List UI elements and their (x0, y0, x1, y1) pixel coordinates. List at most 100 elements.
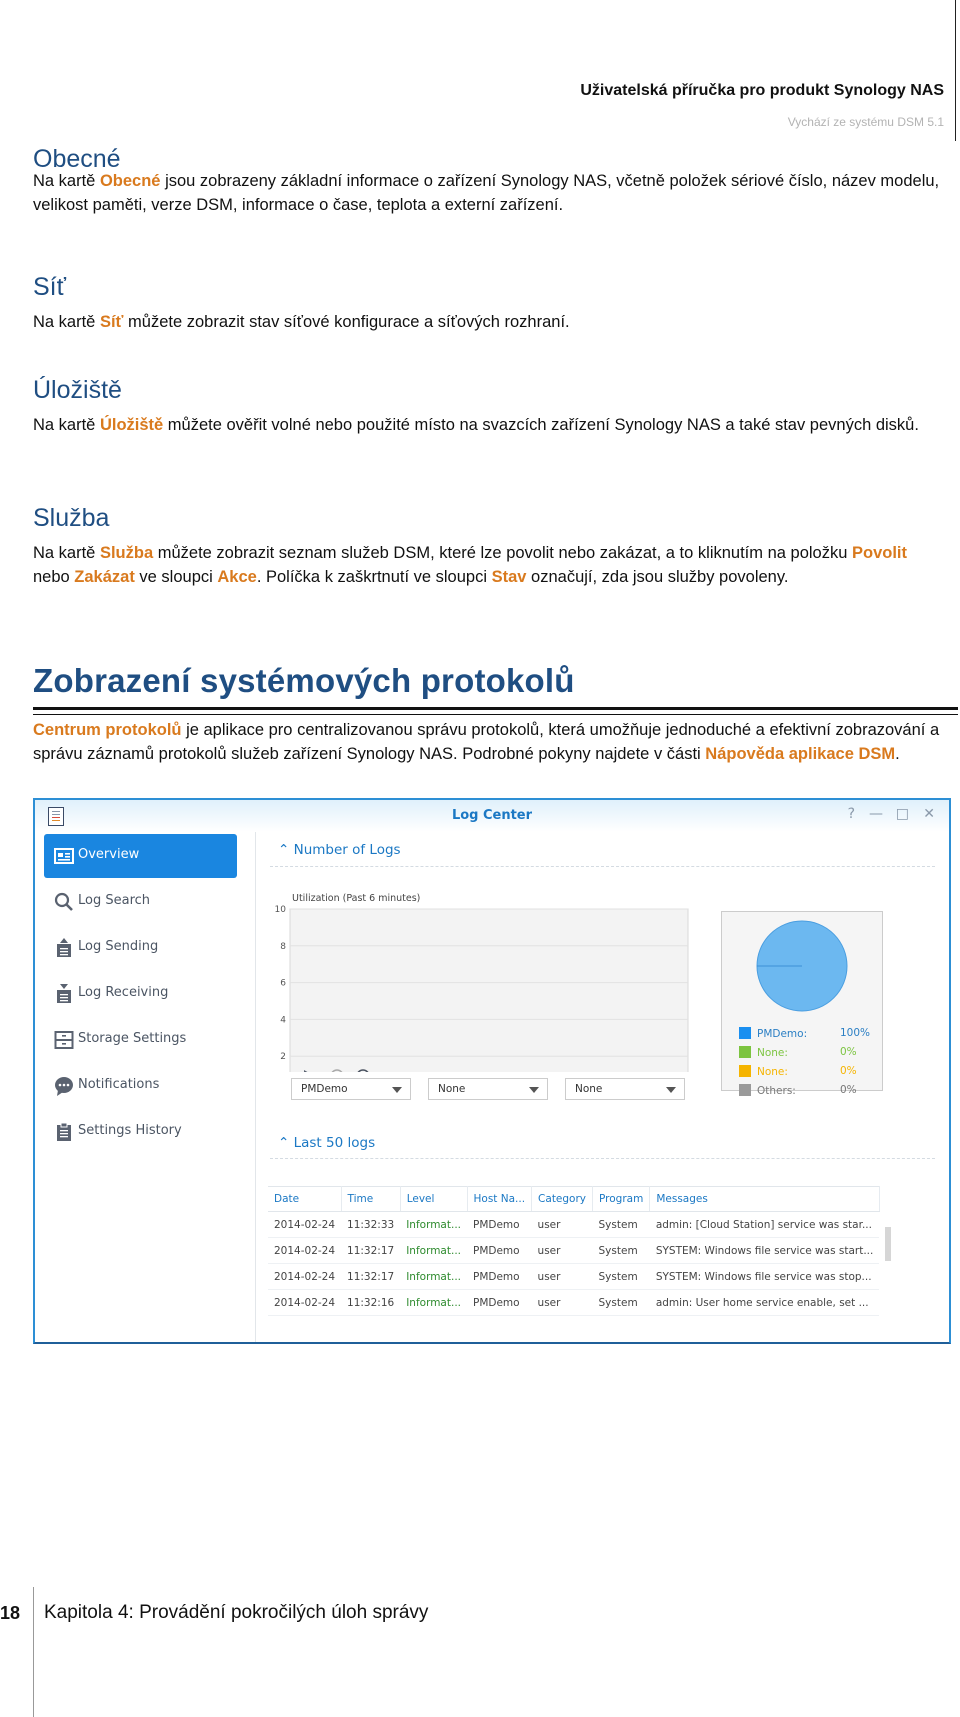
table-scrollbar[interactable] (885, 1227, 891, 1261)
host-select-3[interactable]: None (565, 1078, 685, 1100)
section-text-storage: Na kartě Úložiště můžete ověřit volné ne… (33, 416, 919, 434)
section-heading-service: Služba (33, 504, 110, 532)
cell-message: SYSTEM: Windows file service was start..… (649, 1237, 880, 1264)
host-select-1[interactable]: PMDemo (291, 1078, 411, 1100)
table-row[interactable]: 2014-02-24 11:32:17 Informat... PMDemo user S… (268, 1237, 880, 1264)
main-section-text: Centrum protokolů je aplikace pro centra… (33, 721, 940, 763)
column-header-time[interactable]: Time (341, 1186, 401, 1212)
last-logs-header[interactable]: ⌃ Last 50 logs (278, 1135, 375, 1151)
cell-time: 11:32:16 (341, 1289, 401, 1316)
legend-swatch (739, 1027, 751, 1039)
header-rule (955, 0, 956, 141)
chart-title: Utilization (Past 6 minutes) (292, 893, 420, 904)
cell-level: Informat... (400, 1211, 467, 1238)
sidebar-item-label: Notifications (78, 1077, 160, 1092)
sidebar-item-storage-settings[interactable]: Storage Settings (44, 1018, 237, 1062)
y-tick-label: 4 (280, 1015, 286, 1025)
sidebar-item-overview[interactable]: Overview (44, 834, 237, 878)
cell-date: 2014-02-24 (268, 1237, 342, 1264)
column-header-messages[interactable]: Messages (649, 1186, 880, 1212)
chat-bubble-icon (55, 1077, 73, 1096)
legend-entry: None: 0% (739, 1065, 857, 1078)
sidebar-item-log-search[interactable]: Log Search (44, 880, 237, 924)
sidebar-item-notifications[interactable]: Notifications (44, 1064, 237, 1108)
table-row[interactable]: 2014-02-24 11:32:33 Informat... PMDemo user S… (268, 1211, 880, 1238)
column-header-program[interactable]: Program (592, 1186, 651, 1212)
dropdown-caret-icon (392, 1087, 402, 1093)
table-row[interactable]: 2014-02-24 11:32:17 Informat... PMDemo user S… (268, 1263, 880, 1290)
highlight-term: Síť (99, 313, 124, 331)
cell-host: PMDemo (467, 1263, 532, 1290)
close-icon[interactable]: ✕ (923, 806, 935, 822)
highlight-term: Stav (491, 568, 527, 586)
document-subtitle: Vychází ze systému DSM 5.1 (787, 115, 944, 129)
table-header-row: Date Time Level Host Na... Category Prog… (268, 1186, 880, 1212)
cell-host: PMDemo (467, 1237, 532, 1264)
cell-program: System (592, 1263, 650, 1290)
column-header-host[interactable]: Host Na... (467, 1186, 533, 1212)
cell-host: PMDemo (467, 1211, 532, 1238)
sidebar: Overview Log Search Log Sending Log Rece… (35, 832, 256, 1342)
cell-time: 11:32:17 (341, 1237, 401, 1264)
host-select-2[interactable]: None (428, 1078, 548, 1100)
cell-category: user (531, 1211, 593, 1238)
window-title: Log Center (451, 808, 533, 823)
column-header-level[interactable]: Level (400, 1186, 468, 1212)
y-tick-label: 8 (280, 942, 286, 952)
highlight-term: Zakázat (74, 568, 135, 586)
highlight-term: Obecné (99, 172, 161, 190)
sidebar-item-label: Log Search (78, 893, 151, 908)
legend-entry: Others: 0% (739, 1084, 857, 1097)
highlight-term: Akce (217, 568, 257, 586)
utilization-line-chart: Utilization (Past 6 minutes)024681013:51… (275, 893, 689, 1072)
minimize-icon[interactable]: — (869, 806, 883, 822)
section-text-service: Na kartě Služba můžete zobrazit seznam s… (33, 544, 907, 586)
cell-category: user (531, 1237, 593, 1264)
log-receiving-icon (57, 984, 71, 1003)
help-icon[interactable]: ? (848, 806, 855, 822)
legend-label: Others: (757, 1085, 796, 1097)
dropdown-caret-icon (666, 1087, 676, 1093)
logs-table: Date Time Level Host Na... Category Prog… (268, 1186, 880, 1316)
y-tick-label: 10 (275, 905, 287, 915)
legend-swatch (739, 1046, 751, 1058)
main-panel: ⌃ Number of Logs Utilization (Past 6 min… (256, 832, 949, 1342)
chapter-title: Kapitola 4: Provádění pokročilých úloh s… (44, 1602, 429, 1623)
legend-swatch (739, 1084, 751, 1096)
legend-label: PMDemo: (757, 1028, 808, 1040)
chevron-up-icon: ⌃ (278, 1135, 294, 1151)
legend-entry: PMDemo: 100% (739, 1027, 870, 1040)
legend-value: 0% (840, 1046, 857, 1058)
legend-value: 0% (840, 1065, 857, 1077)
section-text-network: Na kartě Síť můžete zobrazit stav síťové… (33, 313, 570, 331)
cell-program: System (592, 1237, 650, 1264)
cell-time: 11:32:17 (341, 1263, 401, 1290)
sidebar-item-settings-history[interactable]: Settings History (44, 1110, 237, 1154)
cell-host: PMDemo (467, 1289, 532, 1316)
maximize-icon[interactable]: □ (896, 806, 909, 822)
log-center-window: Log Center ? — □ ✕ Overview Log Search L… (33, 798, 951, 1344)
cell-message: SYSTEM: Windows file service was stop... (649, 1263, 880, 1290)
sidebar-item-label: Log Receiving (78, 985, 169, 1000)
cell-message: admin: [Cloud Station] service was star.… (649, 1211, 880, 1238)
cell-level: Informat... (400, 1289, 467, 1316)
legend-value: 100% (840, 1027, 871, 1039)
plot-area (289, 908, 689, 1072)
legend-swatch (739, 1065, 751, 1077)
column-header-category[interactable]: Category (531, 1186, 594, 1212)
y-tick-label: 6 (280, 979, 286, 989)
cell-time: 11:32:33 (341, 1211, 401, 1238)
sidebar-item-label: Overview (78, 847, 140, 862)
table-row[interactable]: 2014-02-24 11:32:16 Informat... PMDemo user S… (268, 1289, 880, 1316)
sidebar-item-log-receiving[interactable]: Log Receiving (44, 972, 237, 1016)
highlight-term: Centrum protokolů (33, 721, 182, 739)
page-number: 18 (0, 1603, 21, 1623)
pie-chart-panel: PMDemo: 100% None: 0% None: 0% Others: 0% (721, 911, 883, 1097)
column-header-date[interactable]: Date (268, 1186, 342, 1212)
legend-value: 0% (840, 1084, 857, 1096)
host-pie-chart (756, 920, 848, 1012)
legend-label: None: (757, 1066, 788, 1078)
sidebar-item-log-sending[interactable]: Log Sending (44, 926, 237, 970)
cell-date: 2014-02-24 (268, 1211, 342, 1238)
window-titlebar[interactable]: Log Center ? — □ ✕ (35, 800, 949, 832)
